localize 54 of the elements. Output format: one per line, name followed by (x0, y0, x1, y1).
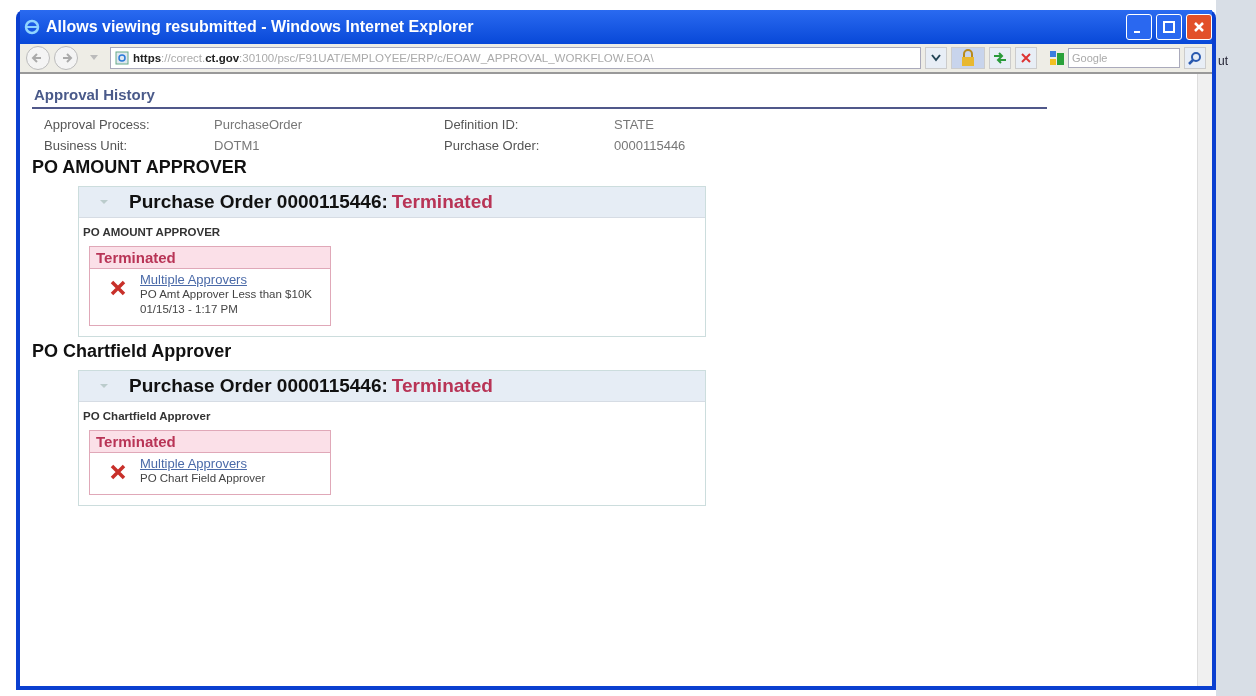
refresh-button[interactable] (989, 47, 1011, 69)
field-value: STATE (614, 117, 655, 132)
stage-name: PO AMOUNT APPROVER (82, 225, 222, 240)
search-button[interactable] (1184, 47, 1206, 69)
cross-icon (110, 280, 126, 296)
approval-detail: 01/15/13 - 1:17 PM (140, 302, 239, 317)
stage-name: PO Chartfield Approver (82, 409, 212, 424)
approval-detail: PO Amt Approver Less than $10K (140, 287, 312, 302)
field-label: Business Unit: (44, 138, 129, 153)
maximize-button[interactable] (1156, 14, 1182, 40)
field-value: DOTM1 (214, 138, 261, 153)
lock-icon (960, 49, 976, 67)
card-status: Terminated (90, 431, 330, 453)
status-label: Terminated (391, 375, 493, 397)
field-value: PurchaseOrder (214, 117, 304, 132)
approval-detail: PO Chart Field Approver (140, 471, 266, 486)
approvers-link[interactable]: Multiple Approvers (140, 272, 312, 287)
field-label: Definition ID: (444, 117, 520, 132)
card-status: Terminated (90, 247, 330, 269)
page-icon (115, 51, 129, 65)
scrollbar[interactable] (1197, 74, 1212, 686)
stop-icon (1020, 52, 1032, 64)
maximize-icon (1163, 21, 1175, 33)
field-label: Purchase Order: (444, 138, 541, 153)
field-label: Approval Process: (44, 117, 151, 132)
page-title: Approval History (32, 82, 1047, 109)
triangle-icon (99, 198, 109, 206)
window-title: Allows viewing resubmitted - Windows Internet Explorer (46, 18, 474, 36)
forward-button[interactable] (54, 46, 78, 70)
search-icon (1188, 51, 1202, 65)
address-field[interactable]: https://corect.ct.gov:30100/psc/F91UAT/EMPLOYEE/ERP/c/EOAW_APPROVAL_WORKFLOW.EOA\ (110, 47, 921, 69)
back-button[interactable] (26, 46, 50, 70)
chevron-down-icon (931, 54, 941, 62)
background-text: ut (1218, 54, 1228, 68)
status-label: Terminated (391, 191, 493, 213)
close-icon (1193, 21, 1205, 33)
search-provider-icon (1049, 50, 1065, 66)
browser-logo-icon (24, 19, 40, 35)
cross-icon (110, 464, 126, 480)
panel-title: Purchase Order 0000115446: (129, 375, 388, 397)
field-value: 0000115446 (614, 138, 687, 153)
dropdown-caret-icon[interactable] (90, 55, 98, 61)
approvers-link[interactable]: Multiple Approvers (140, 456, 266, 471)
address-dropdown-button[interactable] (925, 47, 947, 69)
stop-button[interactable] (1015, 47, 1037, 69)
close-button[interactable] (1186, 14, 1212, 40)
minimize-icon (1134, 31, 1140, 33)
search-field[interactable]: Google (1068, 48, 1180, 68)
section-heading: PO AMOUNT APPROVER (32, 157, 248, 178)
refresh-arrows-icon (992, 51, 1008, 65)
triangle-icon (99, 382, 109, 390)
section-heading: PO Chartfield Approver (32, 341, 233, 362)
minimize-button[interactable] (1126, 14, 1152, 40)
panel-title: Purchase Order 0000115446: (129, 191, 388, 213)
